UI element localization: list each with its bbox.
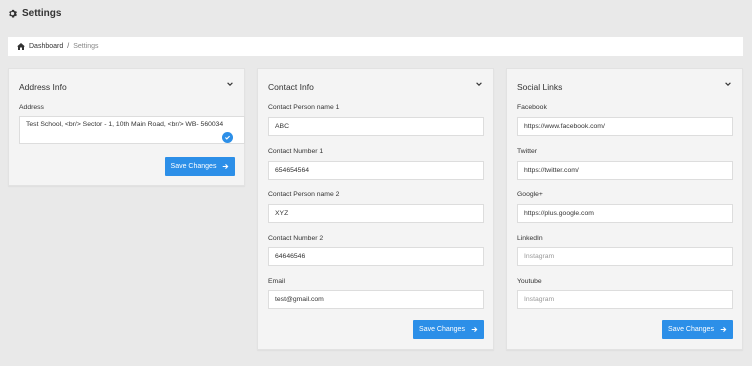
contact-person-2-input[interactable]: XYZ bbox=[268, 204, 484, 223]
social-links-card: Social Links Facebook https://www.facebo… bbox=[506, 68, 743, 350]
chevron-down-icon[interactable] bbox=[724, 80, 732, 88]
page-header: Settings bbox=[8, 6, 61, 20]
card-title: Address Info bbox=[19, 82, 67, 92]
card-title: Contact Info bbox=[268, 82, 314, 92]
email-label: Email bbox=[268, 278, 285, 285]
facebook-input[interactable]: https://www.facebook.com/ bbox=[517, 117, 733, 136]
contact-person-2-label: Contact Person name 2 bbox=[268, 191, 340, 198]
contact-number-1-label: Contact Number 1 bbox=[268, 148, 324, 155]
contact-person-1-label: Contact Person name 1 bbox=[268, 104, 340, 111]
linkedin-label: LinkedIn bbox=[517, 235, 543, 242]
card-title: Social Links bbox=[517, 82, 563, 92]
home-icon[interactable] bbox=[17, 43, 25, 50]
youtube-label: Youtube bbox=[517, 278, 542, 285]
email-input[interactable]: test@gmail.com bbox=[268, 290, 484, 309]
chevron-down-icon[interactable] bbox=[226, 80, 234, 88]
contact-number-2-input[interactable]: 64646546 bbox=[268, 247, 484, 266]
contact-number-2-label: Contact Number 2 bbox=[268, 235, 324, 242]
google-plus-input[interactable]: https://plus.google.com bbox=[517, 204, 733, 223]
breadcrumb-separator: / bbox=[67, 43, 70, 50]
linkedin-input[interactable]: Instagram bbox=[517, 247, 733, 266]
address-textarea[interactable]: Test School, <br/> Sector - 1, 10th Main… bbox=[19, 116, 245, 144]
contact-number-1-input[interactable]: 654654564 bbox=[268, 161, 484, 180]
gear-icon bbox=[8, 9, 17, 18]
social-save-button[interactable]: Save Changes bbox=[662, 320, 733, 339]
grammar-check-icon[interactable] bbox=[222, 132, 233, 143]
save-button-label: Save Changes bbox=[419, 326, 465, 333]
breadcrumb-current: Settings bbox=[73, 43, 99, 50]
save-button-label: Save Changes bbox=[668, 326, 714, 333]
twitter-input[interactable]: https://twitter.com/ bbox=[517, 161, 733, 180]
arrow-right-icon bbox=[471, 326, 478, 333]
address-info-card: Address Info Address Test School, <br/> … bbox=[8, 68, 245, 186]
arrow-right-icon bbox=[720, 326, 727, 333]
breadcrumb-dashboard-link[interactable]: Dashboard bbox=[29, 43, 63, 50]
contact-person-1-input[interactable]: ABC bbox=[268, 117, 484, 136]
page-title: Settings bbox=[22, 7, 62, 19]
address-save-button[interactable]: Save Changes bbox=[165, 157, 235, 176]
breadcrumb: Dashboard / Settings bbox=[8, 37, 743, 56]
twitter-label: Twitter bbox=[517, 148, 538, 155]
contact-info-card: Contact Info Contact Person name 1 ABC C… bbox=[257, 68, 494, 350]
google-plus-label: Google+ bbox=[517, 191, 543, 198]
address-label: Address bbox=[19, 104, 44, 111]
facebook-label: Facebook bbox=[517, 104, 547, 111]
chevron-down-icon[interactable] bbox=[475, 80, 483, 88]
contact-save-button[interactable]: Save Changes bbox=[413, 320, 484, 339]
youtube-input[interactable]: Instagram bbox=[517, 290, 733, 309]
save-button-label: Save Changes bbox=[170, 163, 217, 170]
arrow-right-icon bbox=[222, 163, 229, 170]
